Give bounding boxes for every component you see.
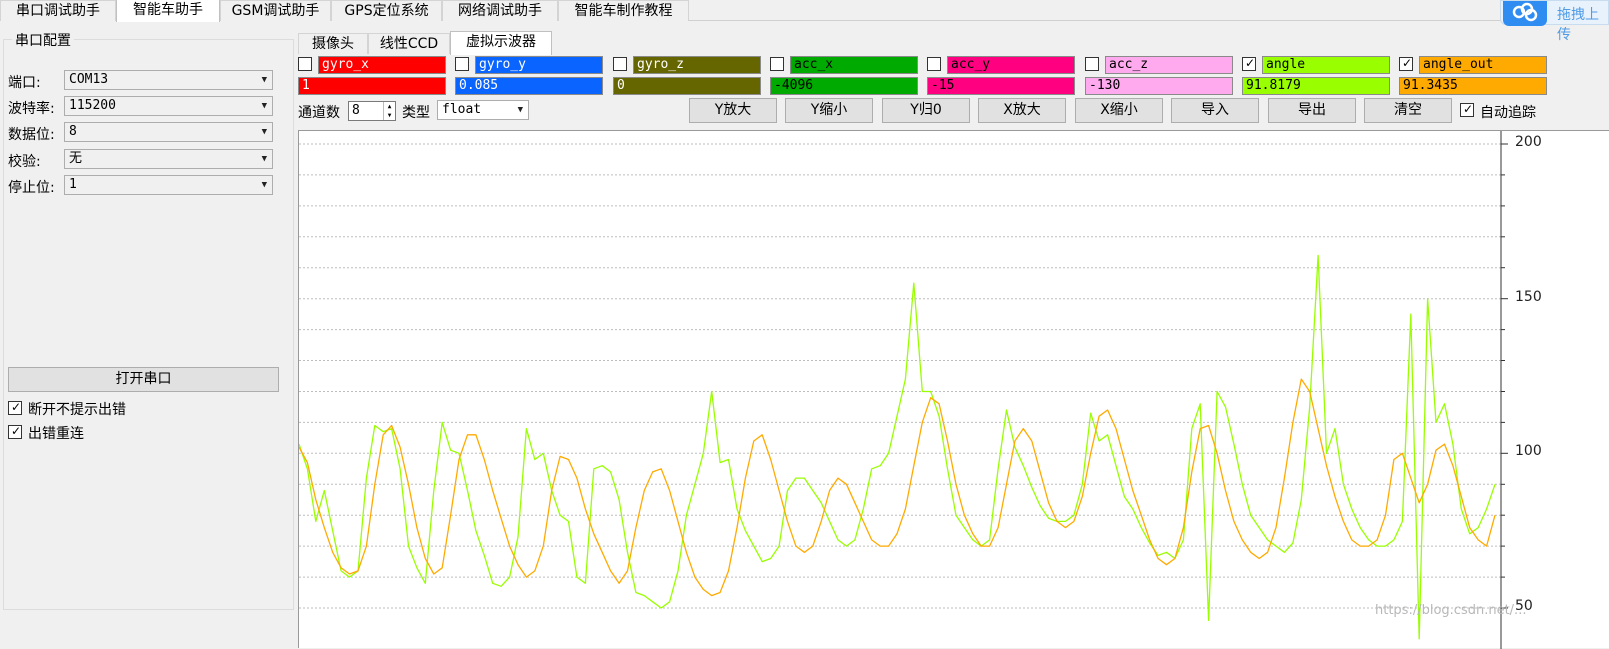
parity-value: 无 xyxy=(69,151,83,166)
y-zoom-in-button[interactable]: Y放大 xyxy=(689,98,777,123)
channel-angle-checkbox[interactable]: ✓ xyxy=(1242,56,1256,71)
channel-acc_x-name[interactable]: acc_x xyxy=(790,56,918,74)
channel-count-spinbox[interactable]: 8 ▲ ▼ xyxy=(348,101,396,121)
series-line-angle_out xyxy=(299,378,1496,597)
channel-acc_y-checkbox[interactable] xyxy=(927,57,941,71)
channel-gyro_z-checkbox[interactable] xyxy=(613,57,627,71)
tab-gps[interactable]: GPS定位系统 xyxy=(331,0,442,21)
stopbits-label: 停止位: xyxy=(8,180,55,196)
channel-angle_out-checkbox[interactable]: ✓ xyxy=(1399,56,1413,71)
channel-gyro_z-value: 0 xyxy=(613,77,761,95)
y-reset-button[interactable]: Y归0 xyxy=(882,98,970,123)
type-label: 类型 xyxy=(402,105,430,121)
databits-label: 数据位: xyxy=(8,127,55,143)
spin-down-icon[interactable]: ▼ xyxy=(383,111,395,120)
stopbits-value: 1 xyxy=(69,177,77,192)
tab-oscilloscope[interactable]: 虚拟示波器 xyxy=(450,31,552,55)
export-button[interactable]: 导出 xyxy=(1268,98,1356,123)
channel-gyro_x-value: 1 xyxy=(298,77,446,95)
databits-value: 8 xyxy=(69,124,77,139)
main-tab-bar: 串口调试助手 智能车助手 GSM调试助手 GPS定位系统 网络调试助手 智能车制… xyxy=(0,0,1609,22)
channel-acc_y-value: -15 xyxy=(927,77,1075,95)
checkmark-icon: ✓ xyxy=(1402,56,1413,70)
channel-gyro_x-name[interactable]: gyro_x xyxy=(318,56,446,74)
drag-upload-label: 拖拽上传 xyxy=(1557,7,1599,43)
channel-angle_out-value: 91.3435 xyxy=(1399,77,1547,95)
channel-acc_z-checkbox[interactable] xyxy=(1085,57,1099,71)
y-tick-label: 150 xyxy=(1515,289,1542,305)
baud-select[interactable]: 115200 ▼ xyxy=(64,96,273,116)
port-label: 端口: xyxy=(8,75,41,91)
tab-serial-debug[interactable]: 串口调试助手 xyxy=(0,0,116,21)
checkmark-icon: ✓ xyxy=(1463,102,1474,116)
tab-tutorial[interactable]: 智能车制作教程 xyxy=(558,0,689,21)
no-error-prompt-label: 断开不提示出错 xyxy=(28,402,126,418)
no-error-prompt-checkbox[interactable]: ✓ xyxy=(8,400,22,415)
tab-smart-car[interactable]: 智能车助手 xyxy=(116,0,220,22)
tab-gsm[interactable]: GSM调试助手 xyxy=(220,0,331,21)
series-line-angle xyxy=(299,254,1496,640)
channel-count-value: 8 xyxy=(352,103,360,118)
oscilloscope-plot[interactable] xyxy=(298,130,1609,649)
channel-acc_z-value: -130 xyxy=(1085,77,1233,95)
channel-acc_x-checkbox[interactable] xyxy=(770,57,784,71)
chevron-down-icon: ▼ xyxy=(261,180,267,190)
plot-canvas xyxy=(299,131,1508,649)
checkmark-icon: ✓ xyxy=(1245,56,1256,70)
channel-gyro_z-name[interactable]: gyro_z xyxy=(633,56,761,74)
tab-camera[interactable]: 摄像头 xyxy=(298,33,368,54)
databits-select[interactable]: 8 ▼ xyxy=(64,122,273,142)
channel-gyro_y-value: 0.085 xyxy=(455,77,603,95)
channel-acc_x-value: -4096 xyxy=(770,77,918,95)
spin-up-icon[interactable]: ▲ xyxy=(383,102,395,111)
chevron-down-icon: ▼ xyxy=(261,101,267,111)
chevron-down-icon: ▼ xyxy=(261,127,267,137)
parity-select[interactable]: 无 ▼ xyxy=(64,149,273,169)
channel-angle-value: 91.8179 xyxy=(1242,77,1390,95)
import-button[interactable]: 导入 xyxy=(1171,98,1259,123)
channel-count-label: 通道数 xyxy=(298,105,340,121)
channel-gyro_y-checkbox[interactable] xyxy=(455,57,469,71)
parity-label: 校验: xyxy=(8,154,41,170)
auto-track-label: 自动追踪 xyxy=(1480,105,1536,121)
serial-config-title: 串口配置 xyxy=(12,30,74,50)
watermark-text: https://blog.csdn.net/... xyxy=(1375,603,1527,618)
checkmark-icon: ✓ xyxy=(11,424,22,438)
chevron-down-icon: ▼ xyxy=(517,105,523,115)
drag-upload-button[interactable]: 拖拽上传 xyxy=(1500,0,1609,43)
chevron-down-icon: ▼ xyxy=(261,154,267,164)
reconnect-checkbox[interactable]: ✓ xyxy=(8,424,22,439)
baud-label: 波特率: xyxy=(8,101,55,117)
y-zoom-out-button[interactable]: Y缩小 xyxy=(785,98,873,123)
channel-gyro_x-checkbox[interactable] xyxy=(298,57,312,71)
channel-acc_y-name[interactable]: acc_y xyxy=(947,56,1075,74)
channel-gyro_y-name[interactable]: gyro_y xyxy=(475,56,603,74)
channel-angle_out-name[interactable]: angle_out xyxy=(1419,56,1547,74)
type-select[interactable]: float ▼ xyxy=(437,100,529,120)
checkmark-icon: ✓ xyxy=(11,400,22,414)
type-value: float xyxy=(442,102,482,117)
clear-button[interactable]: 清空 xyxy=(1364,98,1452,123)
tab-linear-ccd[interactable]: 线性CCD xyxy=(368,33,450,54)
baud-value: 115200 xyxy=(69,98,116,113)
y-tick-label: 200 xyxy=(1515,134,1542,150)
channel-acc_z-name[interactable]: acc_z xyxy=(1105,56,1233,74)
stopbits-select[interactable]: 1 ▼ xyxy=(64,175,273,195)
x-zoom-out-button[interactable]: X缩小 xyxy=(1075,98,1163,123)
auto-track-checkbox[interactable]: ✓ xyxy=(1460,102,1474,117)
cloud-upload-icon xyxy=(1503,1,1547,26)
port-value: COM13 xyxy=(69,72,109,87)
channel-angle-name[interactable]: angle xyxy=(1262,56,1390,74)
open-port-button[interactable]: 打开串口 xyxy=(8,367,279,392)
y-tick-label: 100 xyxy=(1515,443,1542,459)
chevron-down-icon: ▼ xyxy=(261,75,267,85)
x-zoom-in-button[interactable]: X放大 xyxy=(978,98,1066,123)
port-select[interactable]: COM13 ▼ xyxy=(64,70,273,90)
tab-network[interactable]: 网络调试助手 xyxy=(442,0,558,21)
reconnect-label: 出错重连 xyxy=(28,426,84,442)
